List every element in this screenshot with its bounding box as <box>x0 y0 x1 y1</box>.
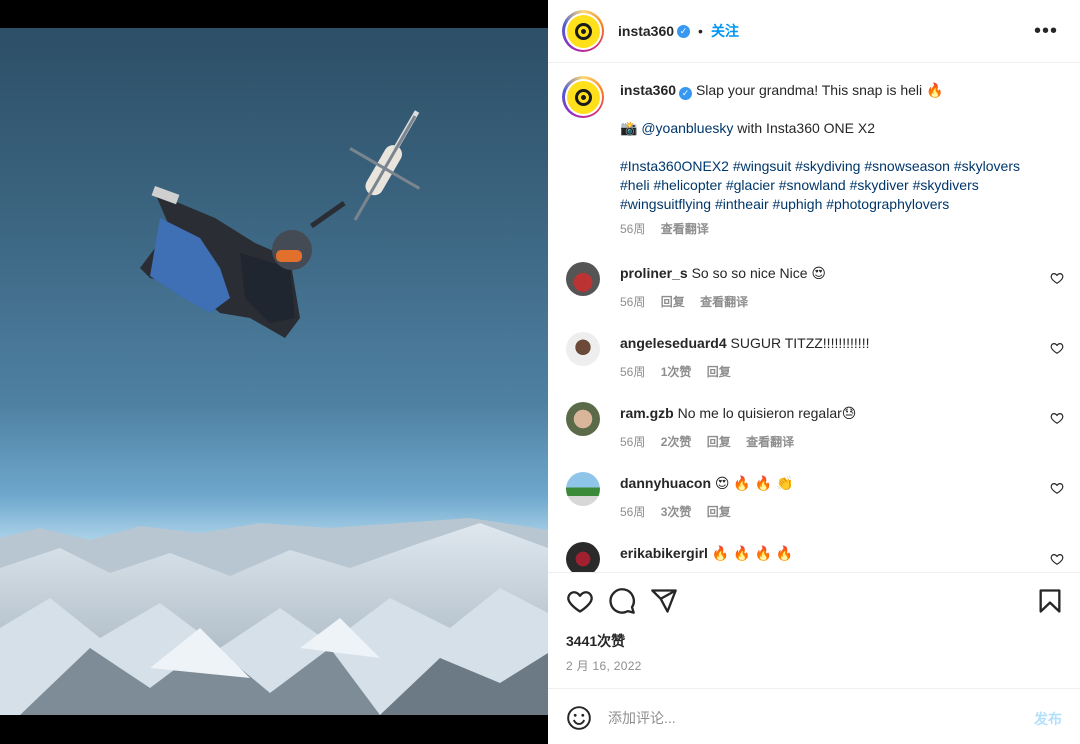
comments-list[interactable]: insta360 ✓ Slap your grandma! This snap i… <box>548 64 1080 572</box>
photo-pane <box>0 0 548 744</box>
comment-text: SUGUR TITZZ!!!!!!!!!!!! <box>730 335 870 351</box>
author-username[interactable]: insta360 <box>618 23 674 39</box>
commenter-avatar[interactable] <box>566 542 600 572</box>
post-panel: insta360 ✓ • 关注 ••• insta360 ✓ Slap your … <box>548 0 1080 744</box>
commenter-avatar[interactable] <box>566 262 600 296</box>
post-actions: 3441次赞 2 月 16, 2022 <box>548 572 1080 688</box>
emoji-icon[interactable] <box>566 705 592 731</box>
bookmark-icon[interactable] <box>1036 587 1064 615</box>
more-options-button[interactable]: ••• <box>1034 20 1058 43</box>
share-icon[interactable] <box>650 587 678 615</box>
reply-button[interactable]: 回复 <box>707 365 731 379</box>
credit-text: with Insta360 ONE X2 <box>733 120 876 136</box>
caption-translate-button[interactable]: 查看翻译 <box>661 222 709 236</box>
comment-time: 56周 <box>620 505 646 519</box>
comment-time: 56周 <box>620 365 646 379</box>
comment-username[interactable]: angeleseduard4 <box>620 335 727 351</box>
comment-text: 😍 🔥 🔥 👏 <box>714 475 794 491</box>
comment-item: angeleseduard4 SUGUR TITZZ!!!!!!!!!!!! 5… <box>548 332 1080 392</box>
reply-button[interactable]: 回复 <box>707 435 731 449</box>
post-comment-button[interactable]: 发布 <box>1034 709 1062 729</box>
add-comment-bar: 发布 <box>548 688 1080 744</box>
caption-username[interactable]: insta360 <box>620 82 676 98</box>
credit-mention-link[interactable]: @yoanbluesky <box>641 120 733 136</box>
author-avatar[interactable] <box>562 10 604 52</box>
likes-count[interactable]: 3441次赞 <box>566 631 625 651</box>
header-separator: • <box>698 23 703 39</box>
skydiving-photo-illustration <box>0 110 548 715</box>
comment-username[interactable]: ram.gzb <box>620 405 674 421</box>
follow-button[interactable]: 关注 <box>711 21 739 41</box>
comment-text: So so so nice Nice 😍 <box>691 265 827 281</box>
heart-icon[interactable] <box>566 587 594 615</box>
comment-icon[interactable] <box>608 587 636 615</box>
comment-input[interactable] <box>608 705 1008 731</box>
camera-emoji: 📸 <box>620 120 638 136</box>
helicopter-illustration <box>349 110 421 221</box>
comment-like-heart-icon[interactable] <box>1050 341 1064 355</box>
reply-button[interactable]: 回复 <box>661 295 685 309</box>
caption-time: 56周 <box>620 222 646 236</box>
comment-item: ram.gzb No me lo quisieron regalar😓 56周 … <box>548 402 1080 462</box>
caption-avatar[interactable] <box>562 76 604 118</box>
comment-username[interactable]: proliner_s <box>620 265 688 281</box>
comment-item: dannyhuacon 😍 🔥 🔥 👏 56周 3次赞 回复 <box>548 472 1080 532</box>
comment-text: 🔥 🔥 🔥 🔥 <box>711 545 794 561</box>
comment-time: 56周 <box>620 295 646 309</box>
commenter-avatar[interactable] <box>566 402 600 436</box>
comment-username[interactable]: dannyhuacon <box>620 475 711 491</box>
verified-icon: ✓ <box>677 24 691 38</box>
translate-button[interactable]: 查看翻译 <box>746 435 794 449</box>
verified-icon: ✓ <box>679 87 693 100</box>
comment-likes[interactable]: 3次赞 <box>661 505 692 519</box>
comment-username[interactable]: erikabikergirl <box>620 545 708 561</box>
comment-like-heart-icon[interactable] <box>1050 411 1064 425</box>
comment-text: No me lo quisieron regalar😓 <box>677 405 857 421</box>
post-date: 2 月 16, 2022 <box>566 659 642 673</box>
comment-like-heart-icon[interactable] <box>1050 481 1064 495</box>
reply-button[interactable]: 回复 <box>707 505 731 519</box>
caption-meta: 56周 查看翻译 <box>620 220 1050 239</box>
comment-item: proliner_s So so so nice Nice 😍 56周 回复 查… <box>548 262 1080 322</box>
hashtags-text[interactable]: #Insta360ONEX2 #wingsuit #skydiving #sno… <box>620 158 1020 212</box>
caption-text: Slap your grandma! This snap is heli 🔥 <box>695 82 944 98</box>
post-header: insta360 ✓ • 关注 ••• <box>548 0 1080 63</box>
post-photo[interactable] <box>0 28 548 715</box>
commenter-avatar[interactable] <box>566 332 600 366</box>
comment-like-heart-icon[interactable] <box>1050 271 1064 285</box>
comment-likes[interactable]: 1次赞 <box>661 365 692 379</box>
comment-likes[interactable]: 2次赞 <box>661 435 692 449</box>
translate-button[interactable]: 查看翻译 <box>700 295 748 309</box>
comment-item: erikabikergirl 🔥 🔥 🔥 🔥 <box>548 542 1080 572</box>
comment-like-heart-icon[interactable] <box>1050 552 1064 566</box>
commenter-avatar[interactable] <box>566 472 600 506</box>
wingsuit-flyer-illustration <box>140 186 346 338</box>
comment-time: 56周 <box>620 435 646 449</box>
caption: insta360 ✓ Slap your grandma! This snap i… <box>620 81 1050 239</box>
